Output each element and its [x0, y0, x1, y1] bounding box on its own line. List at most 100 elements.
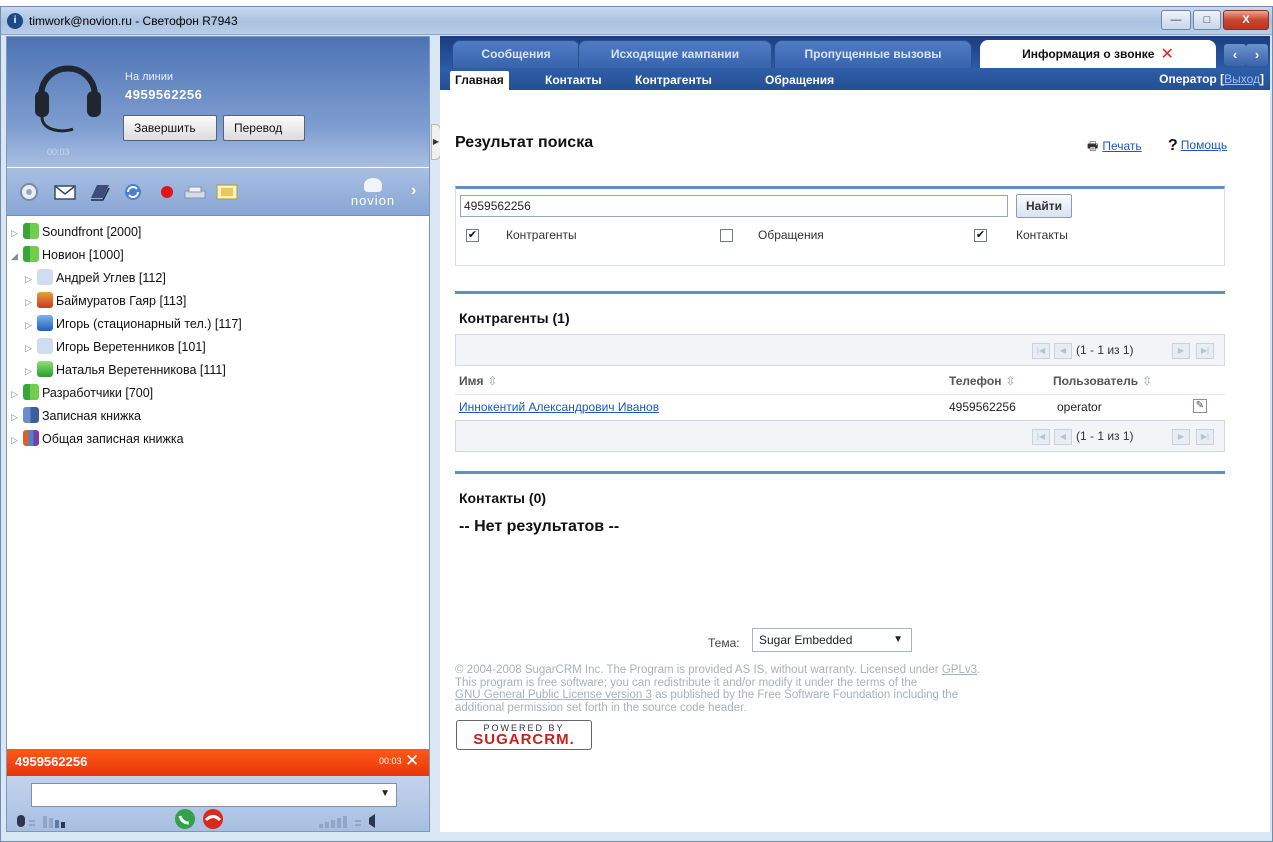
transfer-button[interactable]: Перевод — [223, 115, 305, 141]
collapsed-arrow-icon[interactable]: ▷ — [25, 360, 37, 382]
tree-item[interactable]: ▷ Общая записная книжка — [11, 428, 184, 450]
mail-icon[interactable] — [53, 182, 77, 202]
call-status: На линии — [125, 71, 174, 83]
subnav-contacts[interactable]: Контакты — [540, 71, 607, 90]
microphone-level-icon[interactable] — [15, 812, 95, 830]
tab-scroll-right-button[interactable]: › — [1246, 44, 1268, 66]
account-user: operator — [1057, 400, 1102, 414]
first-page-button[interactable]: |◀ — [1032, 429, 1050, 445]
tab-call-info[interactable]: Информация о звонке ✕ — [980, 40, 1216, 68]
speaker-level-icon[interactable] — [317, 812, 417, 830]
theme-select[interactable]: Sugar Embedded ▼ — [752, 628, 912, 652]
active-call-number: 4959562256 — [15, 754, 88, 769]
contacts-panel: Контакты (0) -- Нет результатов -- — [455, 471, 1225, 551]
filter-accounts-checkbox[interactable]: ✔ — [466, 229, 479, 242]
call-number: 4959562256 — [125, 87, 203, 102]
tree-item[interactable]: ▷ Наталья Веретенникова [111] — [25, 359, 226, 381]
tab-scroll-left-button[interactable]: ‹ — [1224, 44, 1246, 66]
subnav-accounts[interactable]: Контрагенты — [630, 71, 717, 90]
notebook-icon[interactable] — [87, 182, 111, 202]
sugarcrm-logo[interactable]: POWERED BY SUGARCRM. — [456, 720, 592, 750]
collapsed-arrow-icon[interactable]: ▷ — [25, 291, 37, 313]
last-page-button[interactable]: ▶| — [1196, 343, 1214, 359]
tree-item-label: Записная книжка — [42, 409, 142, 423]
gpl-link[interactable]: GPLv3 — [942, 664, 977, 676]
tab-messages[interactable]: Сообщения — [452, 40, 580, 68]
prev-page-button[interactable]: ◀ — [1054, 429, 1072, 445]
col-name[interactable]: Имя ⇳ — [459, 374, 498, 388]
next-page-button[interactable]: ▶ — [1172, 343, 1190, 359]
pager-text: (1 - 1 из 1) — [1076, 429, 1134, 443]
address-book-icon — [23, 407, 39, 423]
collapsed-arrow-icon[interactable]: ▷ — [11, 429, 23, 451]
collapsed-arrow-icon[interactable]: ▷ — [11, 406, 23, 428]
hangup-close-icon[interactable]: ✕ — [405, 751, 419, 771]
collapsed-arrow-icon[interactable]: ▷ — [11, 222, 23, 244]
prev-page-button[interactable]: ◀ — [1054, 343, 1072, 359]
fax-icon[interactable] — [183, 182, 207, 202]
answer-call-icon[interactable] — [173, 808, 197, 830]
tree-item[interactable]: ▷ Андрей Углев [112] — [25, 267, 166, 289]
help-icon: ? — [1168, 137, 1178, 154]
next-page-button[interactable]: ▶ — [1172, 429, 1190, 445]
group-icon — [23, 384, 39, 400]
tab-outgoing-campaigns[interactable]: Исходящие кампании — [578, 40, 772, 68]
filter-cases-checkbox[interactable] — [720, 229, 733, 242]
minimize-button[interactable]: — — [1161, 10, 1191, 30]
theme-label: Тема: — [708, 636, 740, 650]
filter-contacts-checkbox[interactable]: ✔ — [974, 229, 987, 242]
user-icon — [37, 338, 53, 354]
account-name-link[interactable]: Иннокентий Александрович Иванов — [459, 400, 659, 414]
settings-icon[interactable] — [17, 182, 41, 202]
tree-item-label: Игорь (стационарный тел.) [117] — [56, 317, 242, 331]
search-input[interactable]: 4959562256 — [460, 195, 1008, 217]
picture-icon[interactable] — [215, 182, 239, 202]
maximize-button[interactable]: □ — [1193, 10, 1221, 30]
close-tab-icon[interactable]: ✕ — [1160, 46, 1173, 63]
tree-item-label: Soundfront [2000] — [42, 225, 142, 239]
subnav-home[interactable]: Главная — [450, 71, 509, 90]
tree-item[interactable]: ▷ Баймуратов Гаяр [113] — [25, 290, 186, 312]
dial-number-combobox[interactable]: ▼ — [31, 783, 397, 807]
tree-item[interactable]: ▷ Soundfront [2000] — [11, 221, 141, 243]
logout-link[interactable]: Выход — [1224, 72, 1260, 86]
pager-bottom: |◀ ◀ (1 - 1 из 1) ▶ ▶| — [455, 420, 1225, 452]
help-link[interactable]: ? Помощь — [1168, 137, 1227, 155]
title-bar: i timwork@novion.ru - Светофон R7943 — □… — [1, 7, 1272, 35]
address-book-icon — [23, 430, 39, 446]
group-icon — [23, 223, 39, 239]
tab-missed-calls[interactable]: Пропущенные вызовы — [774, 40, 972, 68]
search-button[interactable]: Найти — [1016, 194, 1072, 218]
close-window-button[interactable]: X — [1223, 10, 1269, 30]
collapsed-arrow-icon[interactable]: ▷ — [11, 383, 23, 405]
pager-top: |◀ ◀ (1 - 1 из 1) ▶ ▶| — [455, 334, 1225, 366]
first-page-button[interactable]: |◀ — [1032, 343, 1050, 359]
expanded-arrow-icon[interactable]: ◢ — [11, 245, 23, 267]
decline-call-icon[interactable] — [201, 808, 225, 830]
last-page-button[interactable]: ▶| — [1196, 429, 1214, 445]
tree-item[interactable]: ▷ Записная книжка — [11, 405, 141, 427]
softphone-pane: На линии 4959562256 Завершить Перевод 00… — [6, 36, 430, 832]
chevron-right-icon[interactable]: › — [411, 182, 416, 200]
collapsed-arrow-icon[interactable]: ▷ — [25, 314, 37, 336]
record-icon[interactable] — [155, 182, 179, 202]
edit-icon[interactable]: ✎ — [1193, 399, 1207, 413]
chevron-down-icon[interactable]: ▼ — [380, 788, 390, 799]
tree-item[interactable]: ▷ Разработчики [700] — [11, 382, 153, 404]
print-link[interactable]: 🖶 Печать — [1087, 137, 1142, 158]
collapsed-arrow-icon[interactable]: ▷ — [25, 268, 37, 290]
col-phone[interactable]: Телефон ⇳ — [949, 374, 1016, 388]
pager-text: (1 - 1 из 1) — [1076, 343, 1134, 357]
refresh-icon[interactable] — [121, 182, 145, 202]
collapsed-arrow-icon[interactable]: ▷ — [25, 337, 37, 359]
tree-item[interactable]: ▷ Игорь (стационарный тел.) [117] — [25, 313, 242, 335]
current-user: Оператор [Выход] — [1159, 72, 1264, 86]
printer-icon: 🖶 — [1087, 139, 1099, 153]
col-user[interactable]: Пользователь ⇳ — [1053, 374, 1152, 388]
end-call-button[interactable]: Завершить — [123, 115, 217, 141]
tree-item[interactable]: ▷ Игорь Веретенников [101] — [25, 336, 206, 358]
subnav-cases[interactable]: Обращения — [760, 71, 839, 90]
tree-item[interactable]: ◢ Новион [1000] — [11, 244, 124, 266]
tab-bar: Сообщения Исходящие кампании Пропущенные… — [440, 36, 1270, 68]
gnu-license-link[interactable]: GNU General Public License version 3 — [455, 689, 652, 701]
